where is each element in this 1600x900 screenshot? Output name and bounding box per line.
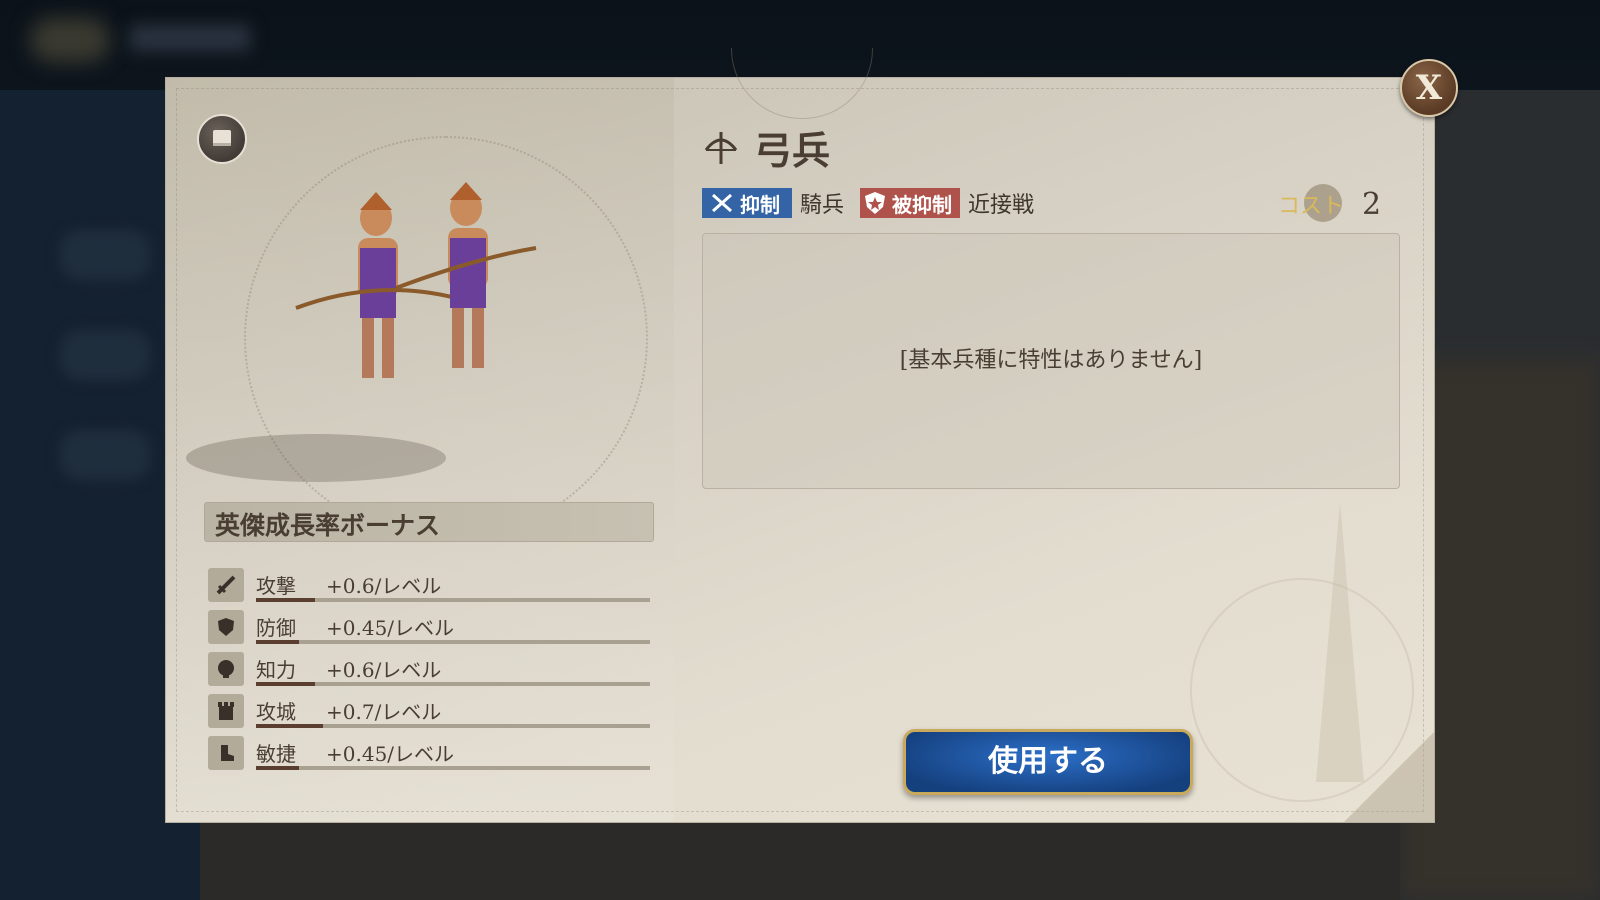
stat-row-siege: 攻城 +0.7/レベル	[208, 694, 650, 730]
shield-icon	[208, 610, 244, 644]
stat-bar	[256, 766, 650, 770]
stat-name: 攻城	[256, 700, 296, 724]
stat-value: +0.6/レベル	[326, 658, 442, 682]
sword-icon	[208, 568, 244, 602]
stat-row-intelligence: 知力 +0.6/レベル	[208, 652, 650, 688]
stat-value: +0.6/レベル	[326, 574, 442, 598]
cost-label: コスト	[1278, 184, 1344, 222]
suppressed-tag: 被抑制	[860, 188, 961, 218]
background-avatar	[30, 18, 110, 62]
stat-bar	[256, 682, 650, 686]
stat-value: +0.45/レベル	[326, 616, 455, 640]
stat-name: 敏捷	[256, 742, 296, 766]
counter-tags: 抑制 騎兵 被抑制 近接戦	[702, 188, 1050, 218]
stat-name: 知力	[256, 658, 296, 682]
unit-title: 弓兵	[702, 122, 831, 173]
tower-icon	[208, 694, 244, 728]
book-icon	[213, 130, 231, 146]
stat-bar	[256, 598, 650, 602]
trait-description: [基本兵種に特性はありません]	[899, 348, 1203, 373]
shield-star-icon	[864, 191, 886, 215]
crossed-swords-icon	[710, 192, 734, 214]
head-icon	[208, 652, 244, 686]
stat-bar	[256, 640, 650, 644]
cost-indicator: コスト 2	[1278, 184, 1382, 222]
suppressed-by: 近接戦	[968, 193, 1035, 218]
boot-icon	[208, 736, 244, 770]
stat-value: +0.45/レベル	[326, 742, 455, 766]
trait-description-box: [基本兵種に特性はありません]	[702, 233, 1400, 489]
encyclopedia-button[interactable]	[197, 114, 247, 164]
background-title	[130, 25, 250, 51]
stat-name: 防御	[256, 616, 296, 640]
cost-value: 2	[1362, 186, 1382, 222]
suppress-tag: 抑制	[702, 188, 792, 218]
archer-unit-illustration	[186, 182, 537, 482]
stat-row-defense: 防御 +0.45/レベル	[208, 610, 650, 646]
unit-detail-modal: 弓兵 抑制 騎兵 被抑制 近接戦 コスト 2 [基本兵種に特性はありません] 英…	[165, 48, 1435, 823]
stat-name: 攻撃	[256, 574, 296, 598]
stat-bar	[256, 724, 650, 728]
stat-row-agility: 敏捷 +0.45/レベル	[208, 736, 650, 772]
bow-icon	[704, 132, 738, 164]
unit-name: 弓兵	[754, 127, 831, 173]
suppress-target: 騎兵	[800, 193, 845, 218]
stat-value: +0.7/レベル	[326, 700, 442, 724]
use-button[interactable]: 使用する	[903, 729, 1193, 795]
close-button[interactable]: X	[1400, 59, 1458, 117]
growth-bonus-header: 英傑成長率ボーナス	[204, 502, 654, 542]
stat-row-attack: 攻撃 +0.6/レベル	[208, 568, 650, 604]
